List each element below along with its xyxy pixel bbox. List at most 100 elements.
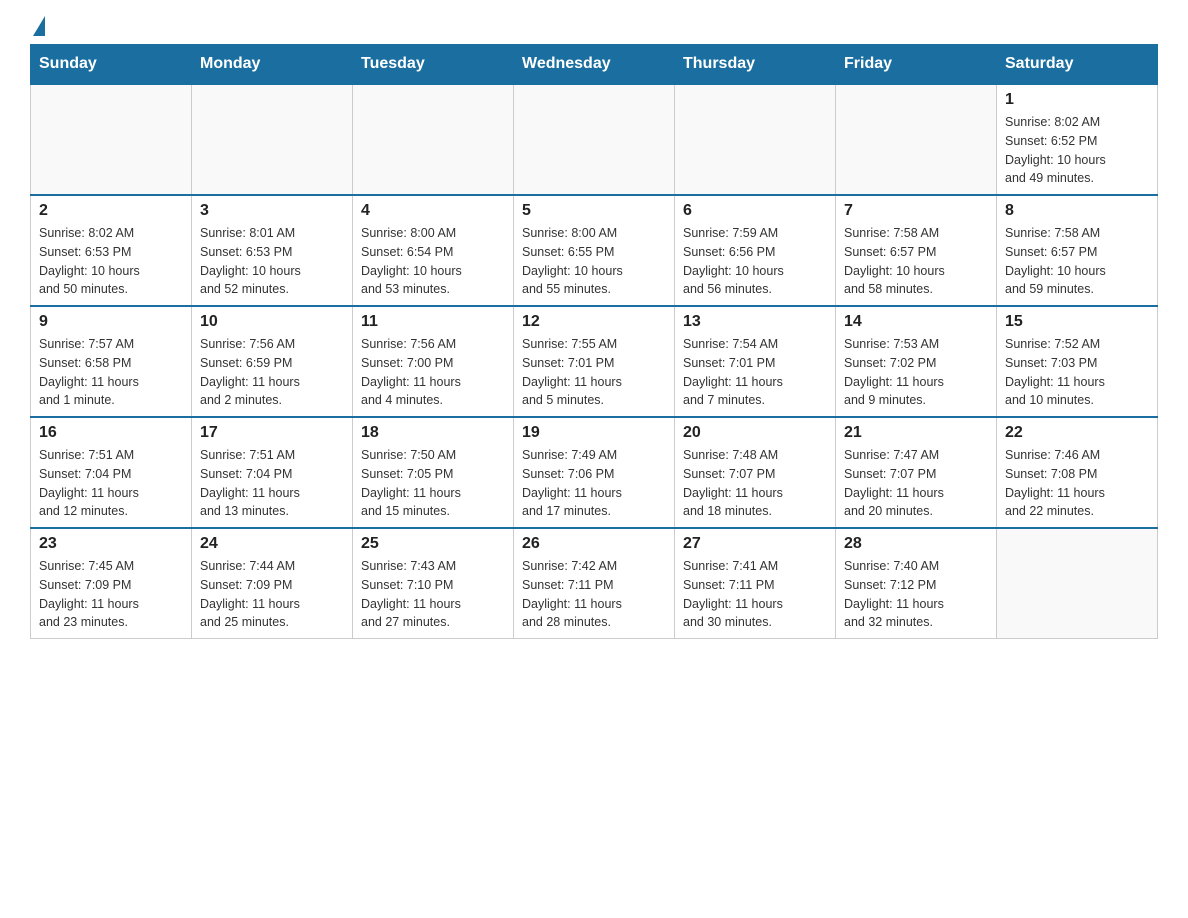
calendar-week-row: 9 Sunrise: 7:57 AM Sunset: 6:58 PM Daylig… xyxy=(31,306,1158,417)
day-number: 22 xyxy=(1005,424,1149,442)
calendar-cell: 13 Sunrise: 7:54 AM Sunset: 7:01 PM Dayli… xyxy=(675,306,836,417)
calendar-cell: 15 Sunrise: 7:52 AM Sunset: 7:03 PM Dayli… xyxy=(997,306,1158,417)
day-info: Sunrise: 8:01 AM Sunset: 6:53 PM Dayligh… xyxy=(200,224,344,299)
day-number: 11 xyxy=(361,313,505,331)
day-info: Sunrise: 7:57 AM Sunset: 6:58 PM Dayligh… xyxy=(39,335,183,410)
day-number: 13 xyxy=(683,313,827,331)
day-number: 18 xyxy=(361,424,505,442)
day-number: 15 xyxy=(1005,313,1149,331)
day-number: 21 xyxy=(844,424,988,442)
day-number: 19 xyxy=(522,424,666,442)
day-info: Sunrise: 7:56 AM Sunset: 6:59 PM Dayligh… xyxy=(200,335,344,410)
day-number: 17 xyxy=(200,424,344,442)
logo xyxy=(30,20,45,34)
calendar-week-row: 23 Sunrise: 7:45 AM Sunset: 7:09 PM Dayli… xyxy=(31,528,1158,639)
day-info: Sunrise: 7:51 AM Sunset: 7:04 PM Dayligh… xyxy=(200,446,344,521)
weekday-header-saturday: Saturday xyxy=(997,45,1158,85)
calendar-cell: 9 Sunrise: 7:57 AM Sunset: 6:58 PM Daylig… xyxy=(31,306,192,417)
calendar-table: SundayMondayTuesdayWednesdayThursdayFrid… xyxy=(30,44,1158,639)
calendar-cell: 5 Sunrise: 8:00 AM Sunset: 6:55 PM Daylig… xyxy=(514,195,675,306)
day-number: 28 xyxy=(844,535,988,553)
day-info: Sunrise: 7:55 AM Sunset: 7:01 PM Dayligh… xyxy=(522,335,666,410)
calendar-cell: 17 Sunrise: 7:51 AM Sunset: 7:04 PM Dayli… xyxy=(192,417,353,528)
day-number: 23 xyxy=(39,535,183,553)
calendar-week-row: 2 Sunrise: 8:02 AM Sunset: 6:53 PM Daylig… xyxy=(31,195,1158,306)
calendar-cell xyxy=(31,84,192,195)
calendar-cell: 14 Sunrise: 7:53 AM Sunset: 7:02 PM Dayli… xyxy=(836,306,997,417)
day-number: 16 xyxy=(39,424,183,442)
day-info: Sunrise: 7:51 AM Sunset: 7:04 PM Dayligh… xyxy=(39,446,183,521)
day-number: 5 xyxy=(522,202,666,220)
day-info: Sunrise: 7:43 AM Sunset: 7:10 PM Dayligh… xyxy=(361,557,505,632)
day-number: 27 xyxy=(683,535,827,553)
day-info: Sunrise: 8:00 AM Sunset: 6:54 PM Dayligh… xyxy=(361,224,505,299)
calendar-cell: 11 Sunrise: 7:56 AM Sunset: 7:00 PM Dayli… xyxy=(353,306,514,417)
calendar-cell: 7Sunrise: 7:58 AM Sunset: 6:57 PM Daylig… xyxy=(836,195,997,306)
calendar-cell: 20 Sunrise: 7:48 AM Sunset: 7:07 PM Dayli… xyxy=(675,417,836,528)
calendar-week-row: 16 Sunrise: 7:51 AM Sunset: 7:04 PM Dayli… xyxy=(31,417,1158,528)
weekday-header-friday: Friday xyxy=(836,45,997,85)
day-info: Sunrise: 7:47 AM Sunset: 7:07 PM Dayligh… xyxy=(844,446,988,521)
day-number: 3 xyxy=(200,202,344,220)
day-info: Sunrise: 7:49 AM Sunset: 7:06 PM Dayligh… xyxy=(522,446,666,521)
day-number: 25 xyxy=(361,535,505,553)
day-info: Sunrise: 7:40 AM Sunset: 7:12 PM Dayligh… xyxy=(844,557,988,632)
calendar-cell xyxy=(514,84,675,195)
calendar-cell: 3 Sunrise: 8:01 AM Sunset: 6:53 PM Daylig… xyxy=(192,195,353,306)
day-info: Sunrise: 7:54 AM Sunset: 7:01 PM Dayligh… xyxy=(683,335,827,410)
calendar-cell xyxy=(675,84,836,195)
day-number: 26 xyxy=(522,535,666,553)
day-number: 2 xyxy=(39,202,183,220)
day-info: Sunrise: 7:42 AM Sunset: 7:11 PM Dayligh… xyxy=(522,557,666,632)
day-number: 10 xyxy=(200,313,344,331)
day-info: Sunrise: 7:59 AM Sunset: 6:56 PM Dayligh… xyxy=(683,224,827,299)
calendar-cell: 25 Sunrise: 7:43 AM Sunset: 7:10 PM Dayli… xyxy=(353,528,514,639)
day-number: 14 xyxy=(844,313,988,331)
calendar-cell: 2 Sunrise: 8:02 AM Sunset: 6:53 PM Daylig… xyxy=(31,195,192,306)
calendar-cell: 27 Sunrise: 7:41 AM Sunset: 7:11 PM Dayli… xyxy=(675,528,836,639)
logo-triangle-icon xyxy=(33,16,45,36)
day-number: 20 xyxy=(683,424,827,442)
calendar-cell xyxy=(192,84,353,195)
day-number: 9 xyxy=(39,313,183,331)
weekday-header-tuesday: Tuesday xyxy=(353,45,514,85)
calendar-cell: 18 Sunrise: 7:50 AM Sunset: 7:05 PM Dayli… xyxy=(353,417,514,528)
weekday-header-wednesday: Wednesday xyxy=(514,45,675,85)
day-info: Sunrise: 7:56 AM Sunset: 7:00 PM Dayligh… xyxy=(361,335,505,410)
day-info: Sunrise: 8:02 AM Sunset: 6:53 PM Dayligh… xyxy=(39,224,183,299)
day-info: Sunrise: 7:50 AM Sunset: 7:05 PM Dayligh… xyxy=(361,446,505,521)
day-info: Sunrise: 7:48 AM Sunset: 7:07 PM Dayligh… xyxy=(683,446,827,521)
day-info: Sunrise: 7:53 AM Sunset: 7:02 PM Dayligh… xyxy=(844,335,988,410)
calendar-cell xyxy=(997,528,1158,639)
day-info: Sunrise: 8:00 AM Sunset: 6:55 PM Dayligh… xyxy=(522,224,666,299)
day-number: 12 xyxy=(522,313,666,331)
calendar-cell xyxy=(353,84,514,195)
calendar-cell: 26 Sunrise: 7:42 AM Sunset: 7:11 PM Dayli… xyxy=(514,528,675,639)
calendar-cell: 1Sunrise: 8:02 AM Sunset: 6:52 PM Daylig… xyxy=(997,84,1158,195)
day-info: Sunrise: 7:45 AM Sunset: 7:09 PM Dayligh… xyxy=(39,557,183,632)
weekday-header-thursday: Thursday xyxy=(675,45,836,85)
calendar-cell: 21 Sunrise: 7:47 AM Sunset: 7:07 PM Dayli… xyxy=(836,417,997,528)
day-info: Sunrise: 7:58 AM Sunset: 6:57 PM Dayligh… xyxy=(844,224,988,299)
calendar-cell: 16 Sunrise: 7:51 AM Sunset: 7:04 PM Dayli… xyxy=(31,417,192,528)
day-info: Sunrise: 7:58 AM Sunset: 6:57 PM Dayligh… xyxy=(1005,224,1149,299)
day-number: 4 xyxy=(361,202,505,220)
day-number: 6 xyxy=(683,202,827,220)
calendar-cell: 19 Sunrise: 7:49 AM Sunset: 7:06 PM Dayli… xyxy=(514,417,675,528)
day-info: Sunrise: 7:52 AM Sunset: 7:03 PM Dayligh… xyxy=(1005,335,1149,410)
day-info: Sunrise: 8:02 AM Sunset: 6:52 PM Dayligh… xyxy=(1005,113,1149,188)
calendar-cell: 6 Sunrise: 7:59 AM Sunset: 6:56 PM Daylig… xyxy=(675,195,836,306)
weekday-header-sunday: Sunday xyxy=(31,45,192,85)
calendar-cell: 28 Sunrise: 7:40 AM Sunset: 7:12 PM Dayli… xyxy=(836,528,997,639)
calendar-cell: 22 Sunrise: 7:46 AM Sunset: 7:08 PM Dayli… xyxy=(997,417,1158,528)
calendar-cell: 12 Sunrise: 7:55 AM Sunset: 7:01 PM Dayli… xyxy=(514,306,675,417)
day-info: Sunrise: 7:41 AM Sunset: 7:11 PM Dayligh… xyxy=(683,557,827,632)
day-number: 24 xyxy=(200,535,344,553)
calendar-cell: 8 Sunrise: 7:58 AM Sunset: 6:57 PM Daylig… xyxy=(997,195,1158,306)
calendar-cell: 4 Sunrise: 8:00 AM Sunset: 6:54 PM Daylig… xyxy=(353,195,514,306)
calendar-cell: 23 Sunrise: 7:45 AM Sunset: 7:09 PM Dayli… xyxy=(31,528,192,639)
day-number: 8 xyxy=(1005,202,1149,220)
day-info: Sunrise: 7:46 AM Sunset: 7:08 PM Dayligh… xyxy=(1005,446,1149,521)
weekday-header-row: SundayMondayTuesdayWednesdayThursdayFrid… xyxy=(31,45,1158,85)
day-info: Sunrise: 7:44 AM Sunset: 7:09 PM Dayligh… xyxy=(200,557,344,632)
